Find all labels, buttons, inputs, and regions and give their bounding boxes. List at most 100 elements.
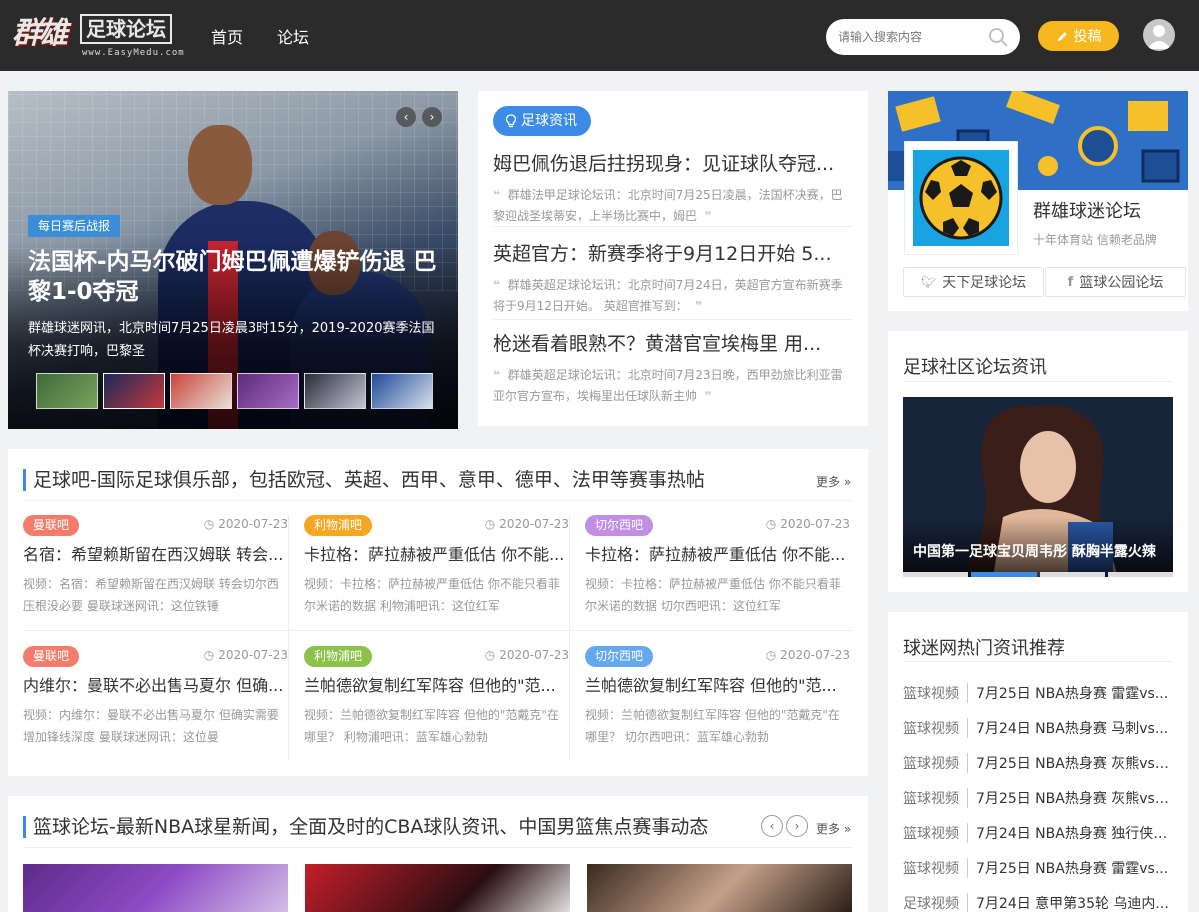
hot-category[interactable]: 足球视频 bbox=[903, 892, 968, 912]
hot-title[interactable]: 7月24日 NBA热身赛 马刺vs... bbox=[976, 718, 1168, 738]
basketball-thumbnail[interactable] bbox=[587, 864, 852, 912]
side-title[interactable]: 足球社区论坛资讯 bbox=[903, 353, 1047, 379]
post-title[interactable]: 兰帕德欲复制红军阵容 但他的"范... bbox=[585, 675, 847, 697]
clock-icon: ◷ bbox=[484, 517, 496, 531]
slider-thumb[interactable] bbox=[170, 373, 232, 409]
profile-name[interactable]: 群雄球迷论坛 bbox=[1033, 197, 1141, 223]
post-badge[interactable]: 利物浦吧 bbox=[304, 515, 373, 536]
hot-category[interactable]: 篮球视频 bbox=[903, 787, 968, 808]
feature-image[interactable]: 中国第一足球宝贝周韦彤 酥胸半露火辣 bbox=[903, 397, 1173, 577]
slider-thumb[interactable] bbox=[103, 373, 165, 409]
slider-thumbnails bbox=[36, 373, 433, 409]
slider-thumb[interactable] bbox=[371, 373, 433, 409]
chevron-right-icon: › bbox=[429, 110, 435, 124]
quote-close-icon: ❞ bbox=[695, 299, 703, 313]
news-item: 姆巴佩伤退后拄拐现身：见证球队夺冠... ❝ 群雄法甲足球论坛讯：北京时间7月2… bbox=[493, 151, 853, 227]
divider bbox=[23, 500, 853, 501]
post-badge[interactable]: 切尔西吧 bbox=[585, 515, 654, 536]
hot-category[interactable]: 篮球视频 bbox=[903, 682, 968, 703]
hot-title[interactable]: 7月25日 NBA热身赛 雷霆vs... bbox=[976, 858, 1168, 878]
hot-category[interactable]: 篮球视频 bbox=[903, 752, 968, 773]
chevron-left-icon: ‹ bbox=[769, 819, 775, 833]
carousel-next-button[interactable]: › bbox=[786, 815, 808, 837]
post-date: ◷ 2020-07-23 bbox=[484, 648, 569, 662]
logo-main-text: 群雄 bbox=[12, 16, 68, 51]
slider-thumb[interactable] bbox=[237, 373, 299, 409]
hot-title[interactable]: 7月25日 NBA热身赛 灰熊vs7... bbox=[976, 753, 1173, 773]
hot-title[interactable]: 7月25日 NBA热身赛 灰熊vs7... bbox=[976, 788, 1173, 808]
twitter-link[interactable]: 🐦︎ 天下足球论坛 bbox=[903, 267, 1044, 297]
news-excerpt: ❝ 群雄英超足球论坛讯：北京时间7月24日，英超官方宣布新赛季将于9月12日开始… bbox=[493, 278, 843, 313]
basketball-thumbnail[interactable] bbox=[23, 864, 288, 912]
post-title[interactable]: 兰帕德欲复制红军阵容 但他的"范... bbox=[304, 675, 566, 697]
post-badge[interactable]: 曼联吧 bbox=[23, 515, 80, 536]
feature-caption[interactable]: 中国第一足球宝贝周韦彤 酥胸半露火辣 bbox=[913, 541, 1156, 561]
post-badge[interactable]: 切尔西吧 bbox=[585, 646, 654, 667]
clock-icon: ◷ bbox=[765, 517, 777, 531]
hot-list-item[interactable]: 篮球视频 7月24日 NBA热身赛 马刺vs... bbox=[903, 710, 1173, 745]
slider-thumb[interactable] bbox=[304, 373, 366, 409]
divider bbox=[23, 630, 853, 631]
slider-prev-button[interactable]: ‹ bbox=[396, 107, 416, 127]
main-nav: 首页 论坛 bbox=[211, 24, 309, 48]
news-category-tag[interactable]: 足球资讯 bbox=[493, 106, 591, 136]
facebook-link[interactable]: f 篮球公园论坛 bbox=[1045, 267, 1186, 297]
slide-indicator[interactable] bbox=[1039, 572, 1105, 577]
hot-category[interactable]: 篮球视频 bbox=[903, 857, 968, 878]
post-date: ◷ 2020-07-23 bbox=[484, 517, 569, 531]
side-title[interactable]: 球迷网热门资讯推荐 bbox=[903, 634, 1065, 660]
post-title[interactable]: 名宿：希望赖斯留在西汉姆联 转会... bbox=[23, 544, 285, 566]
basketball-section: 篮球论坛-最新NBA球星新闻，全面及时的CBA球队资讯、中国男篮焦点赛事动态 ‹… bbox=[8, 796, 868, 912]
hot-list-item[interactable]: 篮球视频 7月25日 NBA热身赛 灰熊vs7... bbox=[903, 780, 1173, 815]
twitter-icon: 🐦︎ bbox=[920, 275, 937, 289]
slide-indicator[interactable] bbox=[1107, 572, 1173, 577]
slider-thumb[interactable] bbox=[36, 373, 98, 409]
site-logo[interactable]: 群雄 足球论坛 www.EasyMedu.com bbox=[10, 4, 190, 68]
hot-category[interactable]: 篮球视频 bbox=[903, 822, 968, 843]
news-title[interactable]: 枪迷看着眼熟不？黄潜官宣埃梅里 用... bbox=[493, 331, 853, 357]
news-title[interactable]: 姆巴佩伤退后拄拐现身：见证球队夺冠... bbox=[493, 151, 853, 177]
more-link[interactable]: 更多 » bbox=[816, 820, 851, 837]
basketball-thumbnail[interactable] bbox=[305, 864, 570, 912]
nav-forum[interactable]: 论坛 bbox=[277, 24, 309, 48]
hot-list-item[interactable]: 篮球视频 7月25日 NBA热身赛 灰熊vs7... bbox=[903, 745, 1173, 780]
profile-logo[interactable] bbox=[904, 141, 1018, 255]
quote-close-icon: ❞ bbox=[704, 389, 712, 403]
hot-list-item[interactable]: 足球视频 7月24日 意甲第35轮 乌迪内... bbox=[903, 885, 1173, 912]
post-badge[interactable]: 曼联吧 bbox=[23, 646, 80, 667]
hot-title[interactable]: 7月25日 NBA热身赛 雷霆vs... bbox=[976, 683, 1168, 703]
carousel-prev-button[interactable]: ‹ bbox=[761, 815, 783, 837]
submit-post-button[interactable]: 投稿 bbox=[1038, 21, 1119, 51]
user-icon bbox=[1147, 25, 1171, 49]
hot-title[interactable]: 7月24日 NBA热身赛 独行侠v... bbox=[976, 823, 1173, 843]
hot-list-item[interactable]: 篮球视频 7月25日 NBA热身赛 雷霆vs... bbox=[903, 675, 1173, 710]
section-title[interactable]: 篮球论坛-最新NBA球星新闻，全面及时的CBA球队资讯、中国男篮焦点赛事动态 bbox=[23, 816, 708, 838]
slider-next-button[interactable]: › bbox=[422, 107, 442, 127]
section-title[interactable]: 足球吧-国际足球俱乐部，包括欧冠、英超、西甲、意甲、德甲、法甲等赛事热帖 bbox=[23, 469, 705, 491]
slider-tag[interactable]: 每日赛后战报 bbox=[28, 215, 121, 237]
post-badge[interactable]: 利物浦吧 bbox=[304, 646, 373, 667]
post-date: ◷ 2020-07-23 bbox=[765, 517, 850, 531]
football-section: 足球吧-国际足球俱乐部，包括欧冠、英超、西甲、意甲、德甲、法甲等赛事热帖 更多 … bbox=[8, 449, 868, 776]
hot-category[interactable]: 篮球视频 bbox=[903, 717, 968, 738]
slide-indicator[interactable] bbox=[971, 572, 1037, 577]
search-icon[interactable] bbox=[988, 27, 1008, 47]
news-excerpt: ❝ 群雄法甲足球论坛讯：北京时间7月25日凌晨，法国杯决赛，巴黎迎战圣埃蒂安，上… bbox=[493, 188, 843, 223]
hot-title[interactable]: 7月24日 意甲第35轮 乌迪内... bbox=[976, 893, 1169, 912]
news-category-label: 足球资讯 bbox=[521, 113, 577, 129]
post-title[interactable]: 内维尔：曼联不必出售马夏尔 但确... bbox=[23, 675, 285, 697]
user-avatar[interactable] bbox=[1143, 19, 1175, 51]
feature-indicators bbox=[903, 572, 1173, 577]
post-title[interactable]: 卡拉格：萨拉赫被严重低估 你不能... bbox=[304, 544, 566, 566]
facebook-icon: f bbox=[1067, 274, 1074, 290]
post-title[interactable]: 卡拉格：萨拉赫被严重低估 你不能... bbox=[585, 544, 847, 566]
more-link[interactable]: 更多 » bbox=[816, 473, 851, 490]
hot-list-item[interactable]: 篮球视频 7月25日 NBA热身赛 雷霆vs... bbox=[903, 850, 1173, 885]
slide-indicator[interactable] bbox=[903, 572, 969, 577]
slider-title[interactable]: 法国杯-内马尔破门姆巴佩遭爆铲伤退 巴黎1-0夺冠 bbox=[28, 247, 448, 307]
hot-list-item[interactable]: 篮球视频 7月24日 NBA热身赛 独行侠v... bbox=[903, 815, 1173, 850]
search-input[interactable] bbox=[838, 19, 988, 55]
hero-slider[interactable]: ‹ › 每日赛后战报 法国杯-内马尔破门姆巴佩遭爆铲伤退 巴黎1-0夺冠 群雄球… bbox=[8, 91, 458, 429]
news-title[interactable]: 英超官方：新赛季将于9月12日开始 5... bbox=[493, 241, 853, 267]
nav-home[interactable]: 首页 bbox=[211, 24, 243, 48]
